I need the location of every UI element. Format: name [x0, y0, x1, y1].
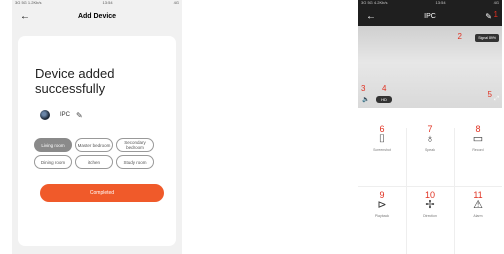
top-bar: ← Add Device — [12, 6, 182, 26]
page-title: Add Device — [77, 12, 117, 20]
top-bar: ← IPC ✎ 1 — [358, 6, 502, 26]
mute-icon[interactable]: 🔈 — [362, 96, 369, 103]
room-option[interactable]: Dining room — [34, 155, 72, 169]
room-option[interactable]: Living room — [34, 138, 72, 152]
marker-1: 1 — [493, 10, 498, 19]
success-headline: Device added successfully — [35, 66, 115, 96]
edit-pencil-icon[interactable]: ✎ — [485, 12, 492, 21]
fullscreen-icon[interactable]: ⤢ — [494, 96, 499, 103]
success-card: Device added successfully IPC ✎ Living r… — [18, 36, 176, 246]
divider — [358, 186, 502, 187]
playback-control[interactable]: 9 ⊳ Playback — [358, 188, 406, 248]
direction-icon: ✢ — [425, 199, 435, 211]
record-control[interactable]: 8 ▭ Record — [454, 122, 502, 182]
video-record-icon: ▭ — [472, 133, 484, 145]
marker-3: 3 — [361, 84, 366, 93]
camera-live-screen: 3G 5G 4.2Kb/s 13:54 4G ← IPC ✎ 1 2 Signa… — [358, 0, 502, 254]
back-arrow-icon[interactable]: ← — [366, 11, 376, 22]
device-row: IPC ✎ — [40, 110, 83, 120]
direction-control[interactable]: 10 ✢ Direction — [406, 188, 454, 248]
control-label: Playback — [374, 214, 390, 218]
room-option[interactable]: Study room — [116, 155, 154, 169]
room-selector: Living room Master bedroom Secondary bed… — [34, 138, 170, 169]
speak-control[interactable]: 7 ♁ Speak — [406, 122, 454, 182]
control-label: Alarm — [473, 214, 483, 218]
room-option[interactable]: Secondary bedroom — [116, 138, 154, 152]
control-label: Direction — [423, 214, 437, 218]
screenshot-control[interactable]: 6 ⌷ Screenshot — [358, 122, 406, 182]
hd-toggle[interactable]: HD — [376, 96, 392, 103]
page-title: IPC — [424, 12, 436, 20]
device-name: IPC — [60, 112, 71, 118]
control-label: Record — [472, 148, 484, 152]
edit-pencil-icon[interactable]: ✎ — [76, 111, 83, 120]
room-option[interactable]: Master bedroom — [75, 138, 113, 152]
room-option[interactable]: itchen — [75, 155, 113, 169]
control-label: Screenshot — [373, 148, 391, 152]
alarm-control[interactable]: 11 ⚠ Alarm — [454, 188, 502, 248]
alarm-icon: ⚠ — [473, 199, 483, 211]
signal-badge: Signal 89% — [475, 34, 499, 42]
microphone-icon: ♁ — [425, 133, 435, 145]
back-arrow-icon[interactable]: ← — [20, 11, 30, 22]
camera-icon: ⌷ — [378, 133, 386, 145]
playback-icon: ⊳ — [377, 199, 387, 211]
completed-button[interactable]: Completed — [40, 184, 164, 202]
camera-thumbnail-icon — [40, 110, 50, 120]
add-device-screen: 3G 5G 1.2Kb/s 13:54 4G ← Add Device Devi… — [12, 0, 182, 254]
marker-5: 5 — [487, 90, 492, 99]
marker-2: 2 — [457, 32, 462, 41]
control-label: Speak — [425, 148, 435, 152]
live-video-view[interactable]: 2 Signal 89% 3 4 🔈 HD 5 ⤢ — [358, 26, 502, 108]
marker-4: 4 — [382, 84, 387, 93]
